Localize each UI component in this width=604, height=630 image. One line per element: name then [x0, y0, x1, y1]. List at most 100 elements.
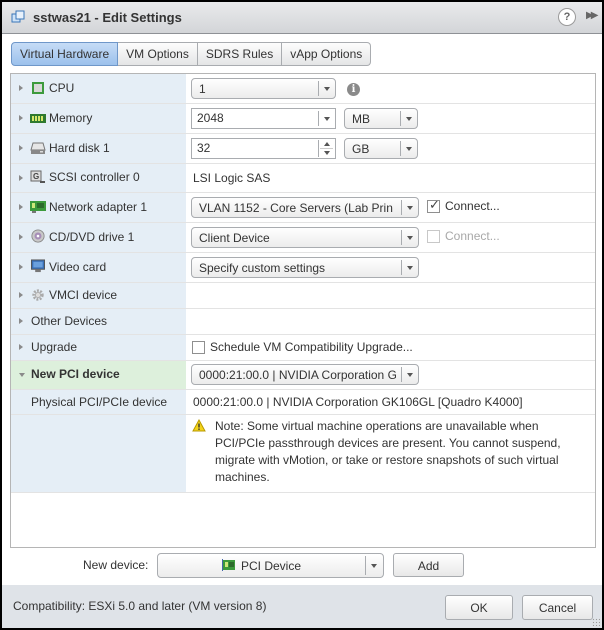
- expand-icon[interactable]: ▶▶: [586, 10, 599, 21]
- chevron-down-icon[interactable]: [401, 230, 418, 245]
- new-pci-device-label: New PCI device: [31, 367, 120, 381]
- expand-arrow-icon[interactable]: [19, 234, 23, 240]
- cpu-count-combo[interactable]: 1: [191, 78, 336, 99]
- expand-arrow-icon[interactable]: [19, 145, 23, 151]
- collapse-arrow-icon[interactable]: [19, 373, 25, 377]
- row-cpu-label-cell[interactable]: CPU: [11, 74, 186, 103]
- row-new-pci-label-cell[interactable]: New PCI device: [11, 361, 186, 389]
- cd-dvd-connect-checkbox[interactable]: [427, 230, 440, 243]
- schedule-upgrade-label: Schedule VM Compatibility Upgrade...: [210, 340, 413, 354]
- row-physical-pci-device: Physical PCI/PCIe device 0000:21:00.0 | …: [11, 390, 595, 415]
- row-upgrade: Upgrade Schedule VM Compatibility Upgrad…: [11, 335, 595, 361]
- chevron-down-icon[interactable]: [318, 111, 335, 126]
- row-other-devices: Other Devices: [11, 309, 595, 335]
- cpu-icon: [32, 82, 44, 94]
- network-connect-checkbox[interactable]: ✓: [427, 197, 440, 213]
- pci-device-select-value: 0000:21:00.0 | NVIDIA Corporation G: [199, 368, 396, 382]
- edit-settings-dialog: sstwas21 - Edit Settings ? ▶▶ Virtual Ha…: [2, 2, 602, 628]
- row-hard-disk: Hard disk 1 32 GB: [11, 134, 595, 164]
- chevron-down-icon[interactable]: [365, 556, 383, 575]
- cpu-label: CPU: [49, 81, 75, 95]
- row-vmci-label-cell[interactable]: VMCI device: [11, 283, 186, 308]
- row-physical-pci-label-cell: Physical PCI/PCIe device: [11, 390, 186, 414]
- expand-arrow-icon[interactable]: [19, 344, 23, 350]
- memory-label: Memory: [49, 111, 93, 125]
- expand-arrow-icon[interactable]: [19, 264, 23, 270]
- row-cd-dvd-label-cell[interactable]: CD/DVD drive 1: [11, 223, 186, 252]
- pci-device-icon: [222, 559, 235, 571]
- chevron-down-icon[interactable]: [401, 367, 418, 382]
- cd-dvd-select-value: Client Device: [199, 231, 270, 245]
- memory-unit-combo[interactable]: MB: [344, 108, 418, 129]
- chevron-down-icon[interactable]: [401, 200, 418, 215]
- add-device-button[interactable]: Add: [393, 553, 464, 577]
- vm-icon: [11, 10, 25, 23]
- expand-arrow-icon[interactable]: [19, 292, 23, 298]
- scsi-controller-type: LSI Logic SAS: [193, 171, 271, 185]
- row-memory: Memory 2048 MB: [11, 104, 595, 134]
- row-other-devices-label-cell[interactable]: Other Devices: [11, 309, 186, 334]
- row-scsi-label-cell[interactable]: G SCSI controller 0: [11, 164, 186, 192]
- row-video-label-cell[interactable]: Video card: [11, 253, 186, 282]
- expand-arrow-icon[interactable]: [19, 318, 23, 324]
- row-network-label-cell[interactable]: Network adapter 1: [11, 193, 186, 222]
- memory-size-input[interactable]: 2048: [191, 108, 336, 129]
- chevron-down-icon[interactable]: [401, 260, 418, 275]
- row-passthrough-note: Note: Some virtual machine operations ar…: [11, 415, 595, 492]
- tab-sdrs-rules[interactable]: SDRS Rules: [197, 42, 283, 66]
- expand-arrow-icon[interactable]: [19, 204, 23, 210]
- row-video-card: Video card Specify custom settings: [11, 253, 595, 283]
- tab-vm-options[interactable]: VM Options: [118, 42, 198, 66]
- pci-device-select-combo[interactable]: 0000:21:00.0 | NVIDIA Corporation G: [191, 364, 419, 385]
- hard-disk-size-value: 32: [197, 141, 211, 155]
- schedule-upgrade-checkbox[interactable]: [192, 341, 205, 354]
- expand-arrow-icon[interactable]: [19, 85, 23, 91]
- row-cpu: CPU 1 i: [11, 74, 595, 104]
- row-new-pci-device: New PCI device 0000:21:00.0 | NVIDIA Cor…: [11, 361, 595, 390]
- video-card-icon: [31, 259, 45, 273]
- hardware-panel: CPU 1 i Memory 2048 MB Hard disk 1 32 GB…: [10, 73, 596, 548]
- hard-disk-unit-combo[interactable]: GB: [344, 138, 418, 159]
- dialog-title: sstwas21 - Edit Settings: [33, 10, 182, 25]
- passthrough-note-text: Note: Some virtual machine operations ar…: [215, 419, 561, 484]
- hard-disk-unit-value: GB: [352, 142, 370, 156]
- checkmark-icon: ✓: [429, 197, 440, 212]
- network-adapter-label: Network adapter 1: [49, 200, 148, 214]
- network-select-combo[interactable]: VLAN 1152 - Core Servers (Lab Prin: [191, 197, 419, 218]
- hard-disk-size-input[interactable]: 32: [191, 138, 336, 159]
- help-icon[interactable]: ?: [558, 8, 576, 26]
- chevron-down-icon[interactable]: [400, 141, 417, 156]
- row-network-adapter: Network adapter 1 VLAN 1152 - Core Serve…: [11, 193, 595, 223]
- scsi-controller-icon: G: [30, 170, 45, 183]
- memory-size-value: 2048: [197, 111, 224, 125]
- info-icon[interactable]: i: [347, 83, 360, 96]
- ok-button[interactable]: OK: [445, 595, 513, 620]
- memory-unit-value: MB: [352, 112, 370, 126]
- physical-pci-value: 0000:21:00.0 | NVIDIA Corporation GK106G…: [193, 395, 523, 409]
- tab-bar: Virtual Hardware VM Options SDRS Rules v…: [11, 42, 372, 66]
- cd-dvd-connect-label: Connect...: [445, 229, 500, 243]
- new-device-combo[interactable]: PCI Device: [157, 553, 384, 578]
- cancel-button[interactable]: Cancel: [522, 595, 593, 620]
- warning-icon: [192, 419, 206, 432]
- vmci-device-label: VMCI device: [49, 288, 118, 302]
- cd-dvd-select-combo[interactable]: Client Device: [191, 227, 419, 248]
- hard-disk-label: Hard disk 1: [49, 141, 110, 155]
- tab-vapp-options[interactable]: vApp Options: [282, 42, 372, 66]
- chevron-down-icon[interactable]: [400, 111, 417, 126]
- spinner-icon[interactable]: [318, 140, 335, 157]
- network-connect-label: Connect...: [445, 199, 500, 213]
- expand-arrow-icon[interactable]: [19, 175, 23, 181]
- expand-arrow-icon[interactable]: [19, 115, 23, 121]
- dialog-footer: Compatibility: ESXi 5.0 and later (VM ve…: [2, 585, 602, 628]
- row-memory-label-cell[interactable]: Memory: [11, 104, 186, 133]
- row-upgrade-label-cell[interactable]: Upgrade: [11, 335, 186, 360]
- row-hard-disk-label-cell[interactable]: Hard disk 1: [11, 134, 186, 163]
- tab-virtual-hardware[interactable]: Virtual Hardware: [11, 42, 119, 66]
- compatibility-text: Compatibility: ESXi 5.0 and later (VM ve…: [13, 599, 267, 613]
- resize-grip-icon[interactable]: [592, 618, 600, 626]
- video-card-select-combo[interactable]: Specify custom settings: [191, 257, 419, 278]
- title-bar[interactable]: sstwas21 - Edit Settings ? ▶▶: [2, 2, 602, 34]
- memory-icon: [30, 114, 46, 123]
- chevron-down-icon[interactable]: [318, 81, 335, 96]
